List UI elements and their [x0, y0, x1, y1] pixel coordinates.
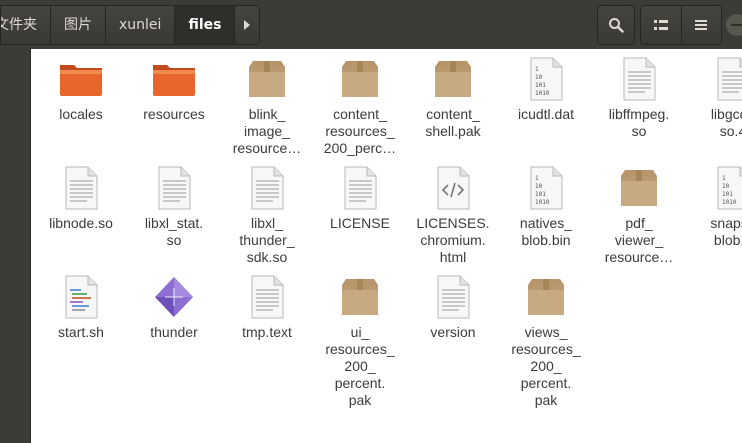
svg-text:101: 101	[722, 191, 733, 198]
binary-icon: 1 10 101 1010	[709, 164, 742, 212]
view-controls	[640, 5, 722, 45]
breadcrumb: 文件夹 图片 xunlei files	[0, 5, 261, 45]
svg-text:1: 1	[535, 175, 539, 182]
header-bar: 文件夹 图片 xunlei files	[0, 0, 742, 49]
file-item[interactable]: views_ resources_ 200_ percent. pak	[500, 273, 592, 409]
file-name: content_ resources_ 200_perc…	[323, 106, 397, 156]
svg-text:1010: 1010	[535, 199, 550, 206]
svg-text:10: 10	[722, 183, 730, 190]
svg-text:10: 10	[535, 183, 543, 190]
file-item[interactable]: content_ shell.pak	[407, 55, 499, 140]
file-item[interactable]: locales	[35, 55, 127, 123]
binary-icon: 1 10 101 1010	[522, 55, 570, 103]
file-name: libgconso.4	[710, 106, 742, 139]
search-button[interactable]	[597, 5, 635, 45]
sidebar	[0, 49, 31, 443]
svg-text:1010: 1010	[535, 90, 550, 97]
file-item[interactable]: tmp.text	[221, 273, 313, 341]
file-name: version	[430, 324, 476, 340]
package-icon	[615, 164, 663, 212]
file-name: libffmpeg. so	[608, 106, 670, 139]
file-name: LICENSES. chromium. html	[416, 215, 490, 265]
file-item[interactable]: version	[407, 273, 499, 341]
file-name: start.sh	[58, 324, 104, 340]
html-icon	[429, 164, 477, 212]
file-item[interactable]: LICENSES. chromium. html	[407, 164, 499, 266]
file-name: thunder	[150, 324, 198, 340]
file-item[interactable]: LICENSE	[314, 164, 406, 232]
window-close-button[interactable]	[726, 14, 742, 36]
package-icon	[336, 55, 384, 103]
breadcrumb-item-folder[interactable]: 文件夹	[1, 6, 51, 44]
file-name: icudtl.dat	[517, 106, 575, 122]
file-name: ui_ resources_ 200_ percent. pak	[325, 324, 395, 408]
file-name: blink_ image_ resource…	[232, 106, 302, 156]
folder-icon	[150, 55, 198, 103]
file-name: snapshblob.b	[710, 215, 742, 248]
file-name: tmp.text	[242, 324, 292, 340]
file-name: pdf_ viewer_ resource…	[604, 215, 674, 265]
file-name: natives_ blob.bin	[519, 215, 573, 248]
file-item[interactable]: libxl_stat. so	[128, 164, 220, 249]
breadcrumb-item-xunlei[interactable]: xunlei	[106, 6, 176, 44]
list-view-button[interactable]	[641, 6, 682, 44]
file-item[interactable]: libnode.so	[35, 164, 127, 232]
file-item[interactable]: 1101011010snapshblob.b	[687, 164, 742, 249]
package-icon	[243, 55, 291, 103]
text-icon	[336, 164, 384, 212]
folder-icon	[57, 55, 105, 103]
file-name: libxl_ thunder_ sdk.so	[239, 215, 295, 265]
file-item[interactable]: content_ resources_ 200_perc…	[314, 55, 406, 157]
file-item[interactable]: resources	[128, 55, 220, 123]
svg-text:1: 1	[722, 175, 726, 182]
package-icon	[336, 273, 384, 321]
package-icon	[429, 55, 477, 103]
list-view-icon	[653, 20, 668, 30]
svg-text:101: 101	[535, 82, 546, 89]
text-icon	[709, 55, 742, 103]
svg-text:1: 1	[535, 66, 539, 73]
executable-icon	[150, 273, 198, 321]
file-item[interactable]: libgconso.4	[687, 55, 742, 140]
file-name: content_ shell.pak	[425, 106, 481, 139]
search-icon	[609, 18, 624, 33]
file-item[interactable]: libffmpeg. so	[593, 55, 685, 140]
file-item[interactable]: ui_ resources_ 200_ percent. pak	[314, 273, 406, 409]
svg-text:1010: 1010	[722, 199, 737, 206]
text-icon	[429, 273, 477, 321]
file-name: LICENSE	[330, 215, 390, 231]
file-item[interactable]: start.sh	[35, 273, 127, 341]
file-name: views_ resources_ 200_ percent. pak	[511, 324, 581, 408]
file-item[interactable]: 1 10 101 1010 natives_ blob.bin	[500, 164, 592, 249]
script-icon	[57, 273, 105, 321]
file-item[interactable]: pdf_ viewer_ resource…	[593, 164, 685, 266]
breadcrumb-item-files[interactable]: files	[175, 6, 236, 44]
file-item[interactable]: libxl_ thunder_ sdk.so	[221, 164, 313, 266]
svg-text:101: 101	[535, 191, 546, 198]
text-icon	[243, 273, 291, 321]
file-item[interactable]: blink_ image_ resource…	[221, 55, 313, 157]
menu-button[interactable]	[681, 6, 721, 44]
file-name: locales	[59, 106, 103, 122]
hamburger-menu-icon	[695, 20, 708, 30]
window-close-icon	[731, 24, 742, 26]
file-name: libxl_stat. so	[144, 215, 204, 248]
chevron-right-icon	[244, 20, 251, 30]
svg-text:10: 10	[535, 74, 543, 81]
file-name: libnode.so	[49, 215, 113, 231]
text-icon	[150, 164, 198, 212]
package-icon	[522, 273, 570, 321]
text-icon	[615, 55, 663, 103]
file-item[interactable]: 1 10 101 1010 icudtl.dat	[500, 55, 592, 123]
breadcrumb-forward-button[interactable]	[235, 6, 260, 44]
file-item[interactable]: thunder	[128, 273, 220, 341]
file-grid: locales resources blink_ image_ resource… con…	[31, 49, 742, 443]
binary-icon: 1 10 101 1010	[522, 164, 570, 212]
text-icon	[243, 164, 291, 212]
text-icon	[57, 164, 105, 212]
file-name: resources	[143, 106, 205, 122]
breadcrumb-item-pictures[interactable]: 图片	[51, 6, 106, 44]
